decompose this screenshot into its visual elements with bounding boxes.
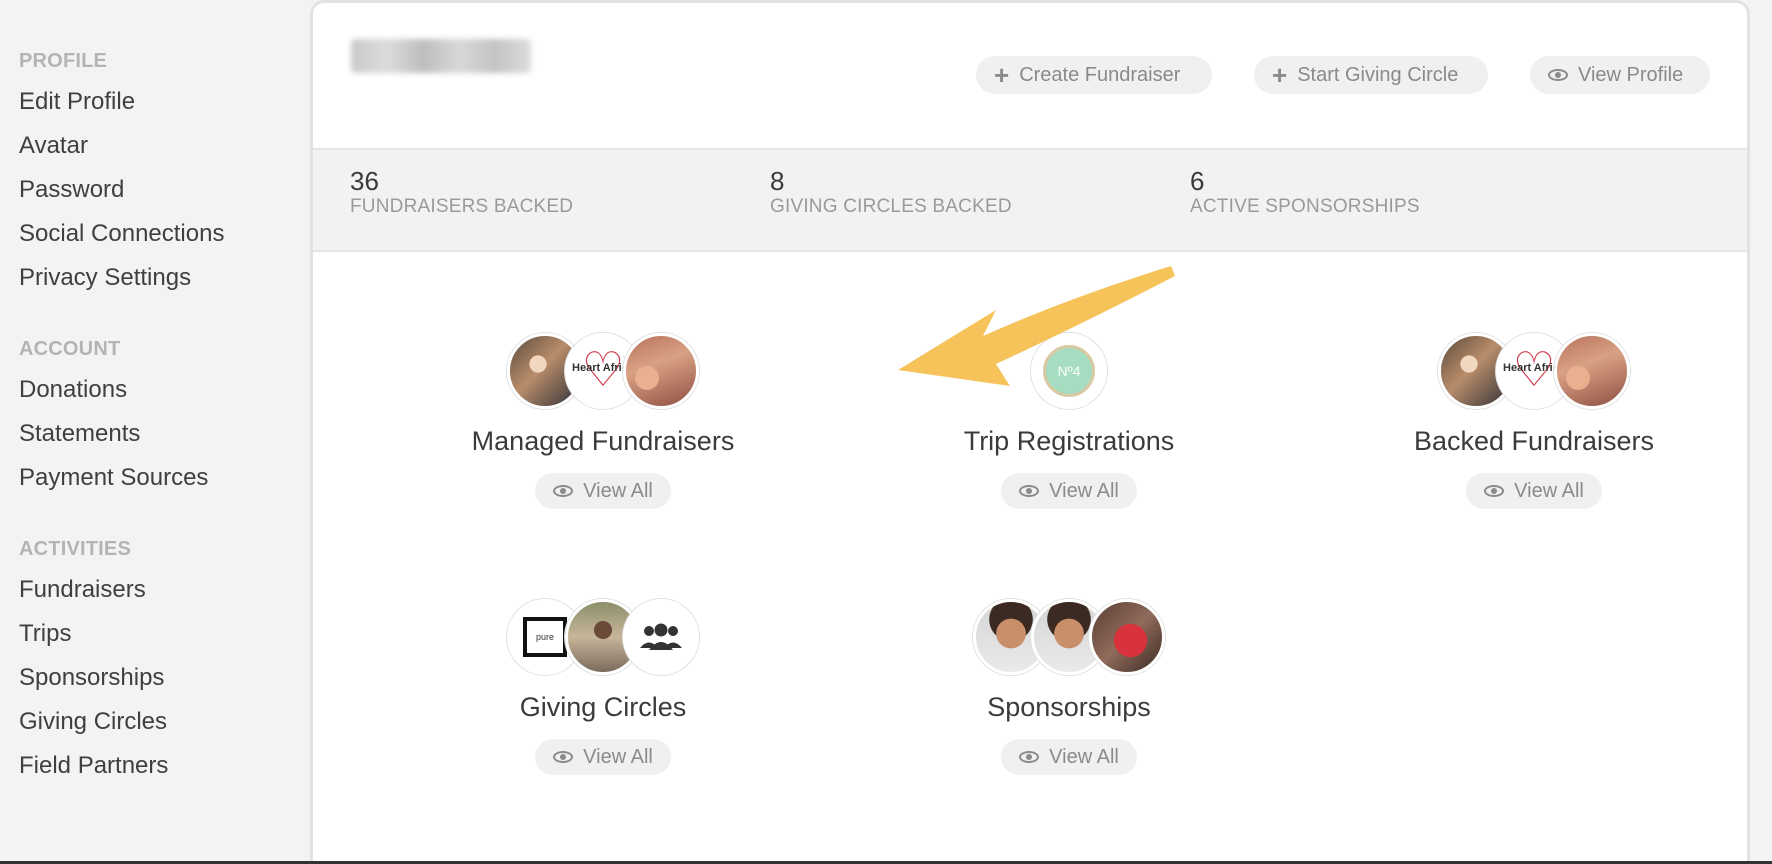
tile-managed-fundraisers: ♡ Heart Africa Managed Fundraisers View … [393, 333, 813, 509]
view-all-button[interactable]: View All [1466, 473, 1602, 509]
sidebar-item-avatar[interactable]: Avatar [19, 124, 310, 168]
sidebar-item-field-partners[interactable]: Field Partners [19, 744, 310, 788]
tile-title: Sponsorships [987, 692, 1151, 722]
sidebar-item-trips[interactable]: Trips [19, 612, 310, 656]
eye-icon [553, 485, 574, 497]
sidebar-profile-group: PROFILE Edit Profile Avatar Password Soc… [19, 48, 310, 300]
stat-active-sponsorships: 6 ACTIVE SPONSORSHIPS [1190, 166, 1420, 218]
avatar-text: pure [523, 617, 567, 657]
sidebar-item-sponsorships[interactable]: Sponsorships [19, 656, 310, 700]
stat-giving-circles-backed: 8 GIVING CIRCLES BACKED [770, 166, 1012, 218]
sidebar-item-statements[interactable]: Statements [19, 412, 310, 456]
sidebar-item-social-connections[interactable]: Social Connections [19, 212, 310, 256]
eye-icon [553, 751, 574, 763]
blurred-username [351, 39, 531, 73]
tile-sponsorships: Sponsorships View All [859, 599, 1279, 775]
tile-title: Giving Circles [519, 692, 687, 722]
plus-icon: + [994, 60, 1010, 90]
view-all-button[interactable]: View All [535, 739, 671, 775]
card-header: + Create Fundraiser + Start Giving Circl… [313, 3, 1747, 148]
view-all-label: View All [1514, 479, 1584, 502]
stat-value: 6 [1190, 166, 1205, 196]
stat-label: FUNDRAISERS BACKED [350, 196, 574, 217]
view-all-button[interactable]: View All [1001, 739, 1137, 775]
start-giving-circle-button[interactable]: + Start Giving Circle [1254, 56, 1488, 94]
view-profile-button[interactable]: View Profile [1530, 56, 1710, 94]
avatar [1554, 333, 1630, 409]
sidebar-heading-account: ACCOUNT [19, 338, 121, 360]
stat-value: 8 [770, 166, 785, 196]
sidebar-item-payment-sources[interactable]: Payment Sources [19, 456, 310, 500]
annotation-arrow-icon [898, 266, 1175, 386]
avatar-stack: ♡ Heart Africa [393, 333, 813, 411]
sidebar-activities-group: ACTIVITIES Fundraisers Trips Sponsorship… [19, 536, 310, 788]
create-fundraiser-button[interactable]: + Create Fundraiser [976, 56, 1212, 94]
sidebar-heading-profile: PROFILE [19, 50, 108, 72]
sidebar-item-privacy-settings[interactable]: Privacy Settings [19, 256, 310, 300]
sidebar-account-group: ACCOUNT Donations Statements Payment Sou… [19, 336, 310, 500]
view-all-button[interactable]: View All [1001, 473, 1137, 509]
stats-bar: 36 FUNDRAISERS BACKED 8 GIVING CIRCLES B… [313, 148, 1747, 252]
plus-icon: + [1272, 60, 1288, 90]
tile-title: Trip Registrations [963, 426, 1175, 456]
create-fundraiser-label: Create Fundraiser [1019, 63, 1181, 86]
avatar [623, 333, 699, 409]
eye-icon [1548, 69, 1568, 81]
view-all-label: View All [583, 479, 653, 502]
stat-fundraisers-backed: 36 FUNDRAISERS BACKED [350, 166, 573, 218]
avatar [1089, 599, 1165, 675]
avatar-stack [859, 599, 1279, 677]
sidebar-heading-activities: ACTIVITIES [19, 538, 132, 560]
view-all-label: View All [583, 745, 653, 768]
view-all-label: View All [1049, 479, 1119, 502]
sidebar-item-edit-profile[interactable]: Edit Profile [19, 80, 310, 124]
stat-label: ACTIVE SPONSORSHIPS [1190, 196, 1420, 217]
eye-icon [1019, 485, 1040, 497]
avatar-stack: ♡ Heart Africa [1324, 333, 1744, 411]
view-all-label: View All [1049, 745, 1119, 768]
view-all-button[interactable]: View All [535, 473, 671, 509]
tile-giving-circles: pure Giving Circles View All [393, 599, 813, 775]
eye-icon [1484, 485, 1505, 497]
tile-title: Managed Fundraisers [471, 426, 735, 456]
view-profile-label: View Profile [1578, 63, 1684, 86]
start-giving-circle-label: Start Giving Circle [1297, 63, 1459, 86]
avatar-stack: pure [393, 599, 813, 677]
sidebar-item-password[interactable]: Password [19, 168, 310, 212]
tile-title: Backed Fundraisers [1413, 426, 1655, 456]
sidebar-item-giving-circles[interactable]: Giving Circles [19, 700, 310, 744]
users-icon [640, 623, 682, 650]
sidebar-item-fundraisers[interactable]: Fundraisers [19, 568, 310, 612]
avatar [623, 599, 699, 675]
stat-value: 36 [350, 166, 379, 196]
eye-icon [1019, 751, 1040, 763]
profile-card: + Create Fundraiser + Start Giving Circl… [310, 0, 1750, 864]
sidebar-item-donations[interactable]: Donations [19, 368, 310, 412]
sidebar: PROFILE Edit Profile Avatar Password Soc… [0, 0, 310, 864]
tile-backed-fundraisers: ♡ Heart Africa Backed Fundraisers View A… [1324, 333, 1744, 509]
stat-label: GIVING CIRCLES BACKED [770, 196, 1012, 217]
